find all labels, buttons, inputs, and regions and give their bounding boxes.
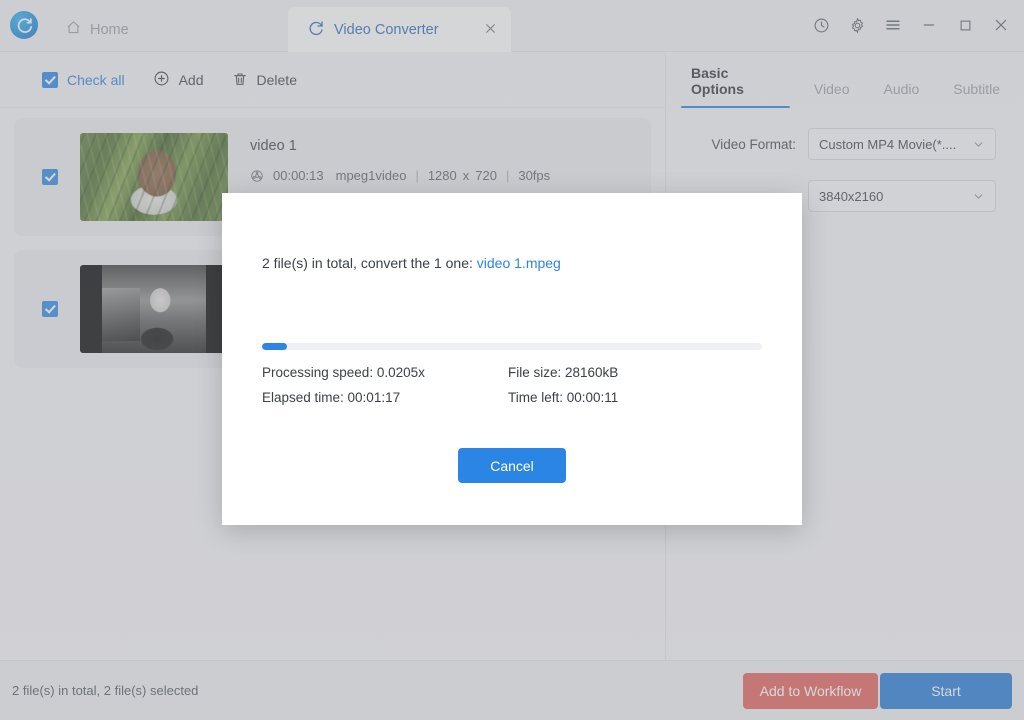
progress-bar bbox=[262, 343, 762, 350]
dialog-message-prefix: 2 file(s) in total, convert the 1 one: bbox=[262, 255, 477, 271]
dialog-message: 2 file(s) in total, convert the 1 one: v… bbox=[262, 255, 561, 271]
dialog-file-link[interactable]: video 1.mpeg bbox=[477, 255, 561, 271]
time-left: Time left: 00:00:11 bbox=[508, 390, 619, 405]
processing-speed: Processing speed: 0.0205x bbox=[262, 365, 425, 380]
elapsed-time: Elapsed time: 00:01:17 bbox=[262, 390, 401, 405]
progress-bar-fill bbox=[262, 343, 287, 350]
app-window: Home Video Converter bbox=[0, 0, 1024, 720]
conversion-progress-dialog: 2 file(s) in total, convert the 1 one: v… bbox=[222, 193, 802, 525]
file-size: File size: 28160kB bbox=[508, 365, 619, 380]
cancel-button[interactable]: Cancel bbox=[458, 448, 566, 483]
progress-stats: Processing speed: 0.0205x File size: 281… bbox=[262, 365, 762, 405]
